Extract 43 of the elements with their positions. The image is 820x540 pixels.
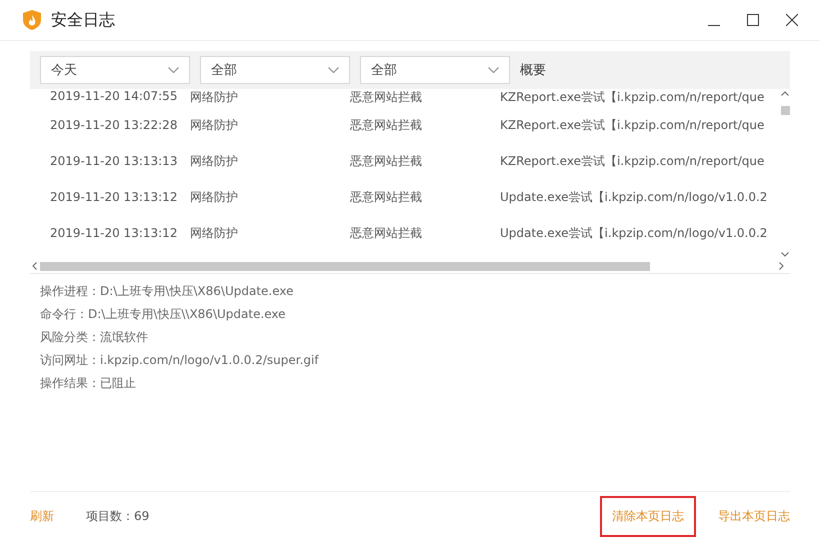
- table-cell: Update.exe尝试【i.kpzip.com/n/logo/v1.0.0.2: [500, 224, 768, 242]
- maximize-icon[interactable]: [747, 14, 759, 26]
- table-cell-text: 2019-11-20 13:13:13: [49, 154, 178, 168]
- table-cell-text: 网络防护: [190, 116, 239, 134]
- column-header: 概要: [520, 62, 546, 79]
- scroll-right-icon[interactable]: [779, 262, 784, 270]
- scroll-up-icon[interactable]: [781, 91, 789, 96]
- table-cell-text: 2019-11-20 14:07:55: [49, 89, 178, 103]
- detail-line: 命令行：D:\上班专用\快压\\X86\Update.exe: [40, 306, 287, 323]
- table-cell-text: 恶意网站拦截: [350, 89, 423, 106]
- detail-line: 操作结果：已阻止: [40, 375, 137, 392]
- filter-dropdown[interactable]: 全部: [200, 56, 350, 84]
- table-cell: KZReport.exe尝试【i.kpzip.com/n/report/que: [500, 89, 764, 106]
- table-cell-text: 恶意网站拦截: [350, 188, 423, 206]
- scrollbar-thumb[interactable]: [40, 262, 650, 270]
- filter-dropdown[interactable]: 今天: [40, 56, 190, 84]
- detail-line: 风险分类：流氓软件: [40, 329, 149, 346]
- chevron-down-icon: [328, 67, 339, 73]
- table-cell: KZReport.exe尝试【i.kpzip.com/n/report/que: [500, 116, 764, 134]
- detail-line: 操作进程：D:\上班专用\快压\X86\Update.exe: [40, 283, 295, 300]
- table-cell-text: 恶意网站拦截: [350, 152, 423, 170]
- table-cell: KZReport.exe尝试【i.kpzip.com/n/report/que: [500, 152, 764, 170]
- table-cell-text: 恶意网站拦截: [350, 224, 423, 242]
- scrollbar-thumb[interactable]: [780, 106, 790, 115]
- table-cell-text: 2019-11-20 13:13:12: [49, 190, 178, 204]
- chevron-down-icon: [168, 67, 179, 73]
- table-cell-text: 网络防护: [190, 89, 239, 106]
- detail-line: 访问网址：i.kpzip.com/n/logo/v1.0.0.2/super.gif: [40, 352, 320, 369]
- table-cell-text: 2019-11-20 13:22:28: [49, 118, 178, 132]
- shield-flame-icon: [22, 9, 42, 31]
- table-cell-text: 恶意网站拦截: [350, 116, 423, 134]
- table-cell-text: 2019-11-20 13:13:12: [49, 226, 178, 240]
- table-cell-text: 网络防护: [190, 152, 239, 170]
- window-title: 安全日志: [51, 10, 115, 30]
- scroll-left-icon[interactable]: [32, 262, 37, 270]
- chevron-down-icon: [488, 67, 499, 73]
- table-cell-text: 网络防护: [190, 224, 239, 242]
- filter-dropdown[interactable]: 全部: [360, 56, 510, 84]
- item-count: 项目数：69: [86, 508, 150, 524]
- table-cell: Update.exe尝试【i.kpzip.com/n/logo/v1.0.0.2: [500, 188, 768, 206]
- close-icon[interactable]: [786, 14, 798, 26]
- scroll-down-icon[interactable]: [781, 252, 789, 257]
- table-cell-text: 网络防护: [190, 188, 239, 206]
